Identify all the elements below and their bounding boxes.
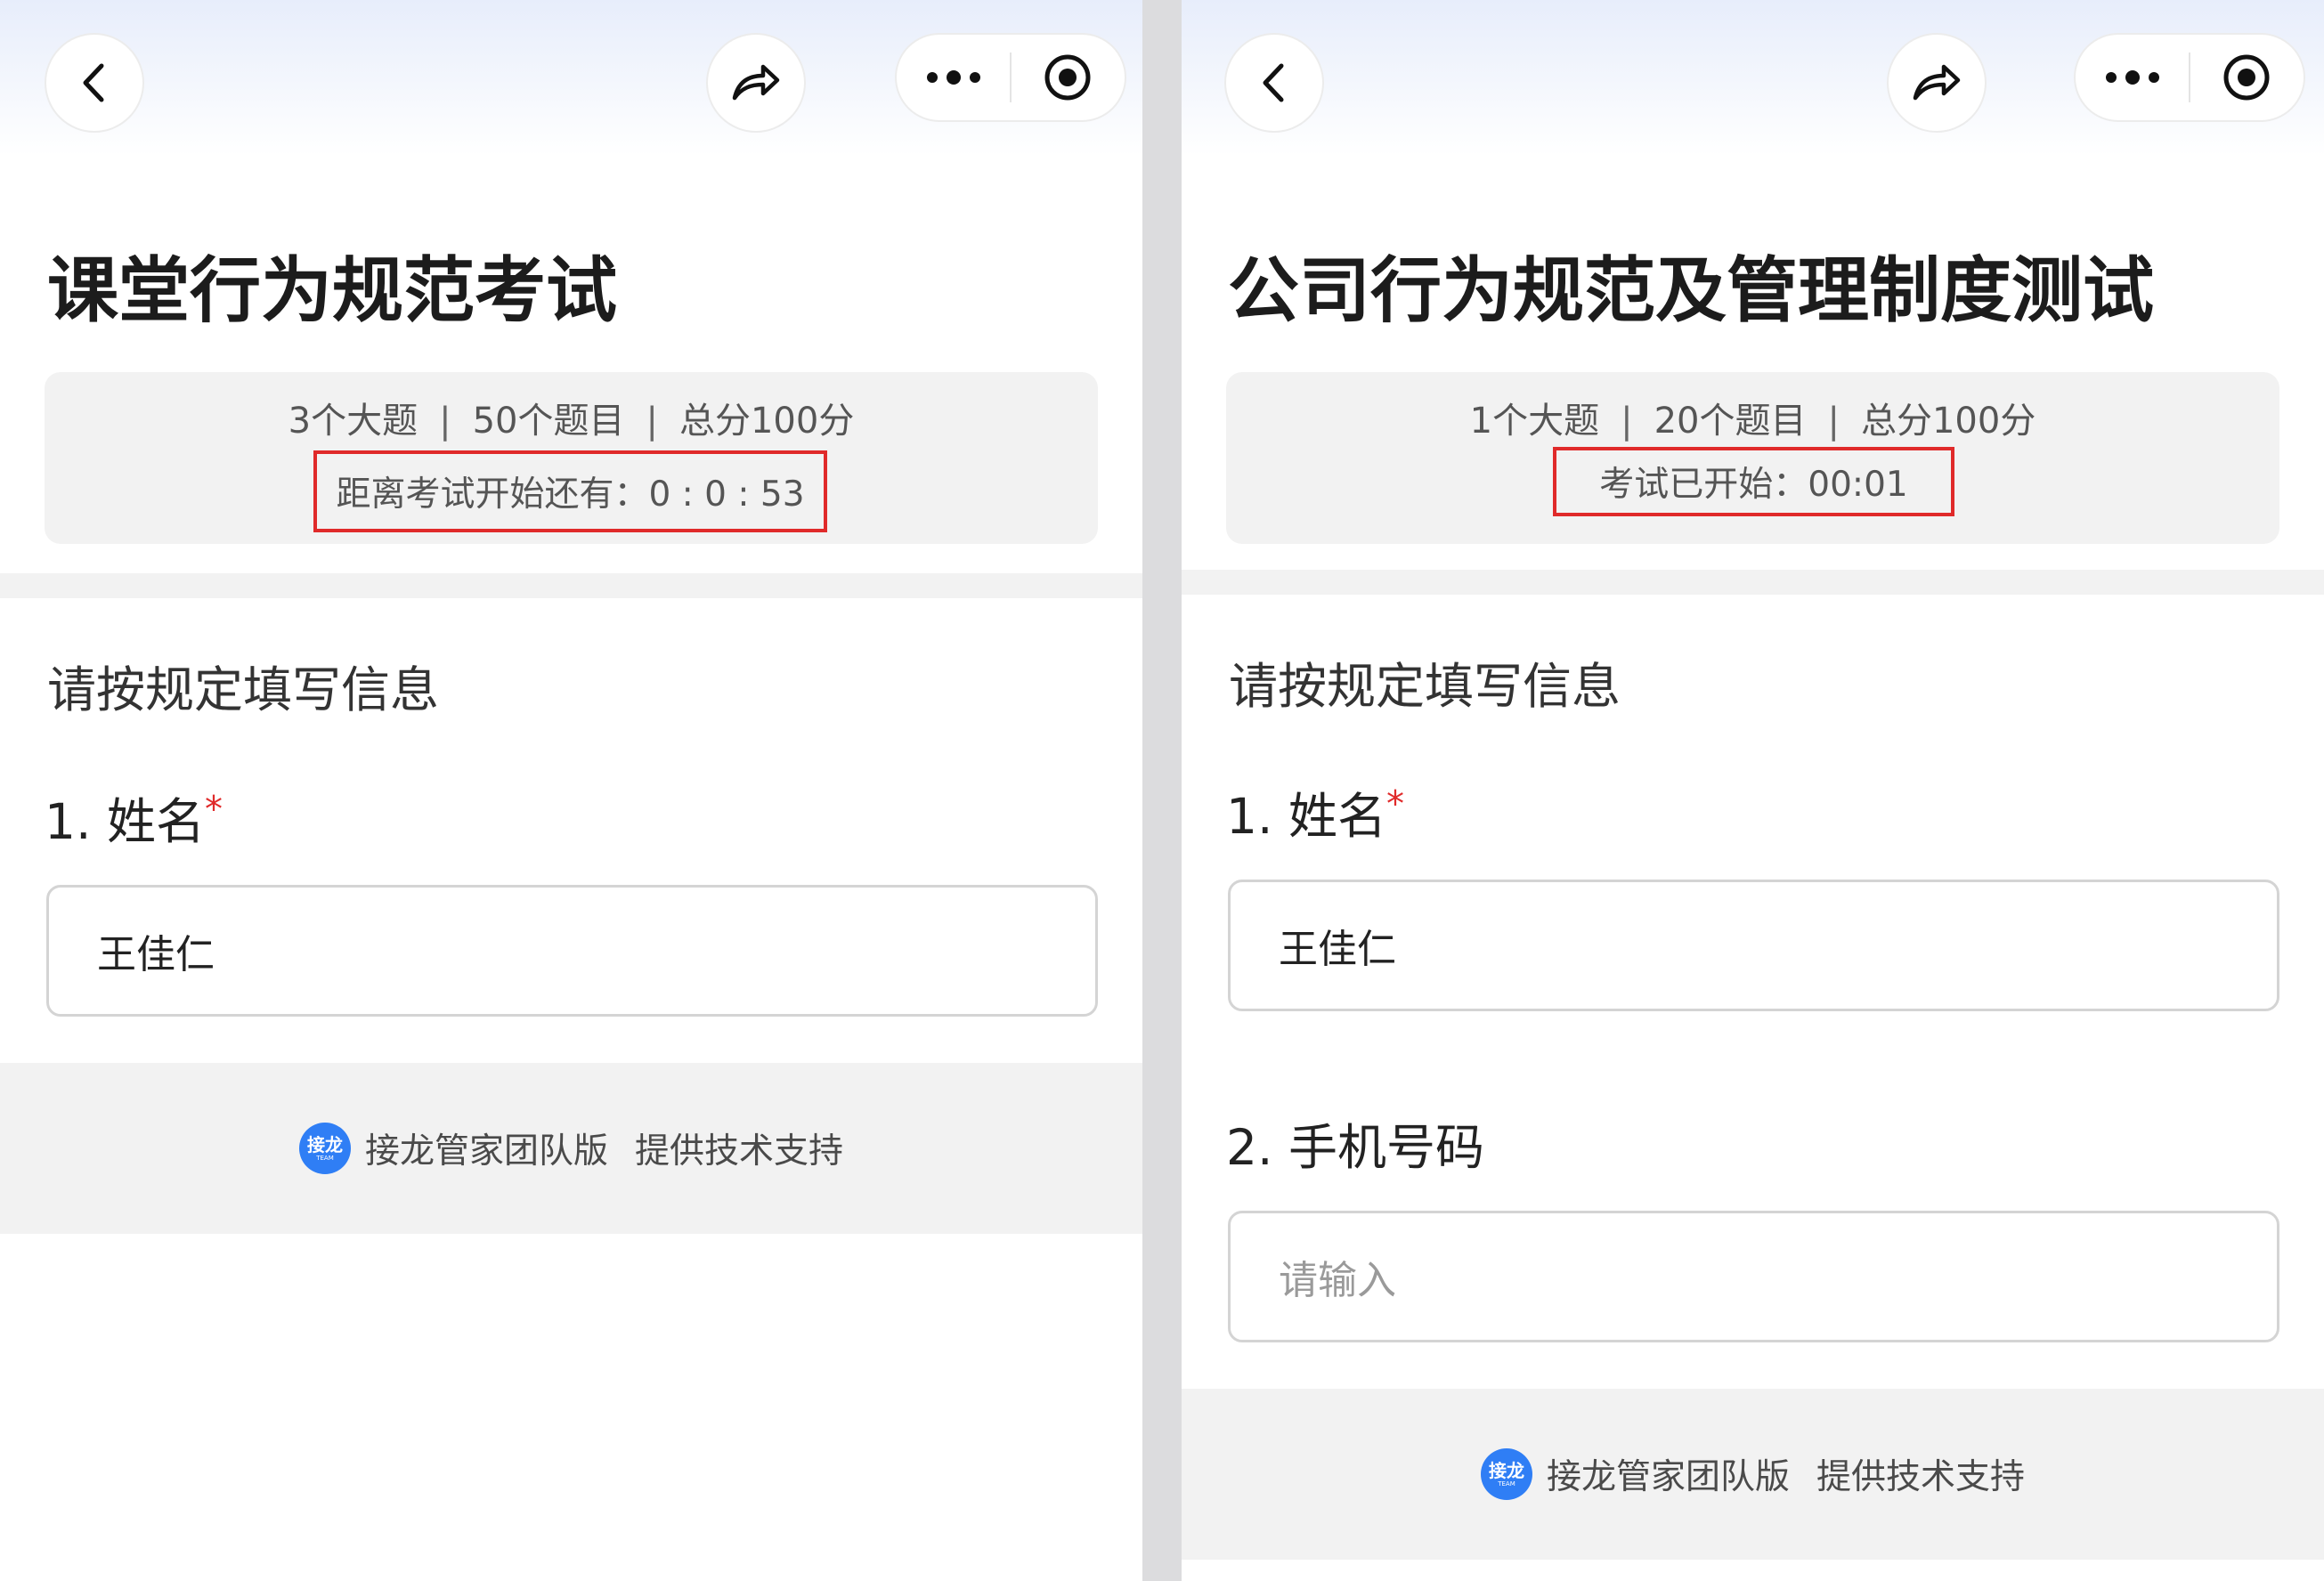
- record-target-icon: [1044, 54, 1091, 101]
- footer-support-text: 提供技术支持: [635, 1131, 844, 1172]
- more-dots-icon: [2105, 70, 2159, 85]
- close-miniprogram-button[interactable]: [1012, 35, 1125, 120]
- question-count: 20个题目: [1654, 401, 1807, 442]
- exam-title: 公司行为规范及管理制度测试: [1228, 249, 2154, 332]
- nav-bar: [1182, 0, 2324, 156]
- required-asterisk: *: [204, 789, 223, 831]
- share-icon: [1913, 64, 1961, 101]
- more-button[interactable]: [897, 35, 1010, 120]
- section-count: 3个大题: [288, 401, 418, 442]
- jielong-logo-icon: 接龙 TEAM: [1480, 1448, 1532, 1500]
- footer-brand[interactable]: 接龙管家团队版: [365, 1123, 608, 1173]
- countdown-timer: 距离考试开始还有：0 : 0 : 53: [313, 450, 827, 532]
- exam-title: 课堂行为规范考试: [47, 249, 617, 332]
- exam-info-box: 1个大题 | 20个题目 | 总分100分 考试已开始：00:01: [1226, 372, 2279, 544]
- question-label-text: 1. 姓名: [45, 793, 205, 850]
- footer-brand[interactable]: 接龙管家团队版: [1547, 1449, 1790, 1499]
- logo-sub-text: TEAM: [316, 1155, 334, 1162]
- name-input[interactable]: 王佳仁: [1228, 880, 2279, 1011]
- close-miniprogram-button[interactable]: [2190, 35, 2304, 120]
- logo-text: 接龙: [1488, 1460, 1524, 1481]
- mini-program-capsule: [895, 33, 1126, 122]
- form-heading: 请按规定填写信息: [47, 661, 440, 718]
- back-button[interactable]: [1224, 33, 1324, 133]
- stat-separator: |: [1827, 401, 1840, 442]
- section-divider: [1182, 570, 2324, 595]
- phone-input[interactable]: 请输入: [1228, 1211, 2279, 1342]
- form-heading: 请按规定填写信息: [1229, 658, 1621, 715]
- nav-bar: [0, 0, 1142, 156]
- screenshot-comparison: 课堂行为规范考试 3个大题 | 50个题目 | 总分100分 距离考试开始还有：0 : …: [0, 0, 2324, 1581]
- record-target-icon: [2223, 54, 2270, 101]
- stat-separator: |: [646, 401, 658, 442]
- exam-started-status: 考试已开始：00:01: [1553, 447, 1954, 516]
- question-name-label: 1. 姓名*: [1226, 776, 1404, 847]
- back-button[interactable]: [45, 33, 144, 133]
- back-icon: [1263, 63, 1284, 102]
- required-asterisk: *: [1385, 783, 1404, 825]
- more-dots-icon: [926, 70, 980, 85]
- logo-text: 接龙: [306, 1134, 343, 1155]
- name-input[interactable]: 王佳仁: [46, 885, 1098, 1017]
- stat-separator: |: [1621, 401, 1633, 442]
- question-phone-label: 2. 手机号码: [1226, 1119, 1484, 1176]
- question-name-label: 1. 姓名*: [45, 782, 223, 853]
- stat-separator: |: [439, 401, 451, 442]
- share-button[interactable]: [1887, 33, 1987, 133]
- footer: 接龙 TEAM 接龙管家团队版 提供技术支持: [1182, 1389, 2324, 1560]
- more-button[interactable]: [2076, 35, 2189, 120]
- jielong-logo-icon: 接龙 TEAM: [298, 1123, 351, 1174]
- question-label-text: 1. 姓名: [1226, 788, 1386, 845]
- exam-stats: 3个大题 | 50个题目 | 总分100分: [45, 392, 1098, 443]
- section-divider: [0, 573, 1142, 598]
- question-count: 50个题目: [472, 401, 625, 442]
- share-button[interactable]: [706, 33, 806, 133]
- back-icon: [83, 63, 104, 102]
- footer: 接龙 TEAM 接龙管家团队版 提供技术支持: [0, 1063, 1142, 1234]
- logo-sub-text: TEAM: [1498, 1480, 1515, 1488]
- left-phone-screen: 课堂行为规范考试 3个大题 | 50个题目 | 总分100分 距离考试开始还有：0 : …: [0, 0, 1142, 1581]
- exam-info-box: 3个大题 | 50个题目 | 总分100分 距离考试开始还有：0 : 0 : 53: [45, 372, 1098, 544]
- total-score: 总分100分: [679, 401, 855, 442]
- exam-stats: 1个大题 | 20个题目 | 总分100分: [1226, 392, 2279, 443]
- footer-support-text: 提供技术支持: [1816, 1457, 2026, 1497]
- section-count: 1个大题: [1469, 401, 1600, 442]
- total-score: 总分100分: [1860, 401, 2036, 442]
- panel-divider: [1142, 0, 1182, 1581]
- share-icon: [732, 64, 780, 101]
- mini-program-capsule: [2074, 33, 2305, 122]
- right-phone-screen: 公司行为规范及管理制度测试 1个大题 | 20个题目 | 总分100分 考试已开始：00…: [1182, 0, 2324, 1581]
